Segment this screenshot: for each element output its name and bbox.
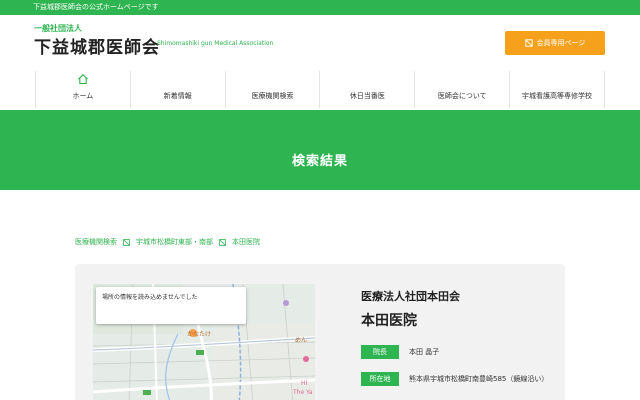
- nav-item-label: 休日当番医: [349, 92, 385, 100]
- address-tag: 所在地: [361, 372, 399, 386]
- clinic-card: 場所の情報を読み込めませんでした かなたけ めん HI The Ya 医療法人社…: [75, 264, 565, 400]
- breadcrumb-item[interactable]: 医療機関検索: [75, 237, 117, 247]
- clinic-corporation: 医療法人社団本田会: [361, 290, 460, 303]
- nav-item-news[interactable]: 新着情報: [129, 71, 225, 108]
- map-label: めん: [295, 337, 308, 344]
- breadcrumb-separator-icon: [219, 238, 226, 246]
- clinic-name: 本田医院: [361, 313, 417, 329]
- nav-item-label: 新着情報: [163, 92, 192, 100]
- site-logo-english: Shimomashiki gun Medical Association: [157, 40, 274, 47]
- nav-item-label: 医師会について: [437, 92, 487, 100]
- external-link-icon: [524, 39, 533, 47]
- director-name: 本田 晶子: [409, 348, 440, 356]
- breadcrumb-current: 本田医院: [232, 238, 260, 246]
- nav-item-holiday-doctor[interactable]: 休日当番医: [319, 71, 414, 108]
- top-info-bar: 下益城郡医師会の公式ホームページです: [0, 0, 640, 15]
- nav-item-about[interactable]: 医師会について: [414, 71, 509, 108]
- clinic-map[interactable]: 場所の情報を読み込めませんでした かなたけ めん HI The Ya: [93, 284, 315, 400]
- director-row: 院長 本田 晶子: [361, 345, 439, 359]
- nav-item-clinic-search[interactable]: 医療機関検索: [224, 71, 320, 108]
- nav-item-nursing-school[interactable]: 宇城看護高等専修学校: [509, 71, 605, 108]
- map-label: The Ya: [293, 389, 313, 396]
- nav-item-home[interactable]: ホーム: [35, 71, 130, 108]
- clinic-address: 熊本県宇城市松橋町南豊崎585（鏡線沿い）: [409, 375, 549, 383]
- site-logo-title[interactable]: 下益城郡医師会: [34, 33, 160, 58]
- member-page-label: 会員専用ページ: [536, 39, 586, 47]
- address-row: 所在地 熊本県宇城市松橋町南豊崎585（鏡線沿い）: [361, 372, 559, 386]
- map-label: かなたけ: [187, 331, 212, 338]
- page-banner: 検索結果: [0, 110, 640, 190]
- member-page-button[interactable]: 会員専用ページ: [505, 31, 605, 55]
- site-header: 一般社団法人 下益城郡医師会 Shimomashiki gun Medical …: [0, 15, 640, 70]
- map-error-message: 場所の情報を読み込めませんでした: [96, 287, 246, 324]
- breadcrumb-separator-icon: [123, 238, 130, 246]
- page-title: 検索結果: [291, 154, 348, 169]
- nav-item-label: 宇城看護高等専修学校: [522, 92, 593, 100]
- nav-item-label: 医療機関検索: [251, 92, 294, 100]
- breadcrumb-item[interactable]: 宇城市松橋町東部・南部: [136, 237, 213, 247]
- home-icon: [78, 74, 88, 85]
- breadcrumb: 医療機関検索 宇城市松橋町東部・南部 本田医院: [75, 237, 260, 247]
- director-tag: 院長: [361, 345, 399, 359]
- nav-item-label: ホーム: [72, 92, 94, 100]
- clinic-info: 医療法人社団本田会 本田医院 院長 本田 晶子 所在地 熊本県宇城市松橋町南豊崎…: [361, 288, 561, 386]
- top-info-text: 下益城郡医師会の公式ホームページです: [33, 3, 159, 11]
- map-label: HI: [301, 380, 308, 387]
- main-nav: ホーム 新着情報 医療機関検索 休日当番医 医師会について 宇城看護高等専修学校: [35, 71, 605, 108]
